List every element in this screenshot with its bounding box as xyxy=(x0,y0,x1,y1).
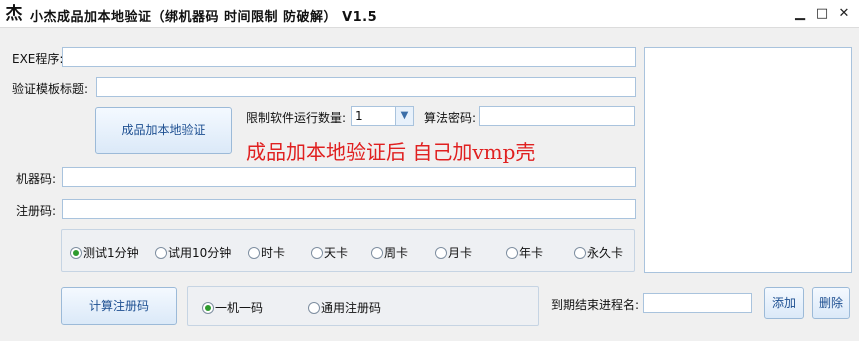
radio-label: 通用注册码 xyxy=(321,301,382,315)
radio-month-card[interactable]: 月卡 xyxy=(435,246,472,260)
reg-code-label: 注册码: xyxy=(16,204,57,218)
radio-trial-10min[interactable]: 试用10分钟 xyxy=(155,246,231,260)
machine-code-label: 机器码: xyxy=(16,172,57,186)
limit-count-value: 1 xyxy=(355,109,363,123)
minimize-icon[interactable]: ▁ xyxy=(790,4,810,24)
chevron-down-icon[interactable]: ▼ xyxy=(395,107,413,125)
delete-button[interactable]: 删除 xyxy=(812,287,850,319)
machine-code-input[interactable] xyxy=(62,167,636,187)
radio-icon xyxy=(308,302,320,314)
process-name-label: 到期结束进程名: xyxy=(551,298,640,312)
radio-test-1min[interactable]: 测试1分钟 xyxy=(70,246,139,260)
radio-icon xyxy=(371,247,383,259)
radio-icon xyxy=(155,247,167,259)
radio-icon xyxy=(574,247,586,259)
radio-day-card[interactable]: 天卡 xyxy=(311,246,348,260)
duration-radio-group: 测试1分钟 试用10分钟 时卡 天卡 周卡 月卡 年卡 永久卡 xyxy=(61,229,635,272)
radio-label: 天卡 xyxy=(324,246,349,260)
radio-icon xyxy=(311,247,323,259)
radio-selected-icon xyxy=(202,302,214,314)
radio-permanent-card[interactable]: 永久卡 xyxy=(574,246,623,260)
process-name-input[interactable] xyxy=(643,293,752,313)
process-listbox[interactable] xyxy=(644,47,852,273)
local-verify-button[interactable]: 成品加本地验证 xyxy=(95,107,232,154)
radio-label: 测试1分钟 xyxy=(83,246,139,260)
radio-icon xyxy=(506,247,518,259)
add-button[interactable]: 添加 xyxy=(764,287,804,319)
radio-universal-code[interactable]: 通用注册码 xyxy=(308,301,381,315)
exe-path-input[interactable] xyxy=(62,47,636,67)
close-icon[interactable]: ✕ xyxy=(834,4,854,24)
radio-year-card[interactable]: 年卡 xyxy=(506,246,543,260)
radio-label: 月卡 xyxy=(448,246,473,260)
calc-reg-code-button[interactable]: 计算注册码 xyxy=(61,287,177,325)
radio-one-machine-one-code[interactable]: 一机一码 xyxy=(202,301,263,315)
radio-selected-icon xyxy=(70,247,82,259)
radio-hour-card[interactable]: 时卡 xyxy=(248,246,285,260)
app-icon: 杰 xyxy=(5,4,23,24)
maximize-icon[interactable]: □ xyxy=(812,4,832,24)
limit-count-select[interactable]: 1 ▼ xyxy=(351,106,414,126)
radio-label: 周卡 xyxy=(384,246,409,260)
algo-password-input[interactable] xyxy=(479,106,635,126)
reg-code-input[interactable] xyxy=(62,199,636,219)
mode-radio-group: 一机一码 通用注册码 xyxy=(187,286,539,326)
template-title-label: 验证模板标题: xyxy=(12,82,89,96)
template-title-input[interactable] xyxy=(96,77,636,97)
radio-label: 年卡 xyxy=(519,246,544,260)
vmp-note: 成品加本地验证后 自己加vmp壳 xyxy=(246,140,536,164)
radio-label: 一机一码 xyxy=(215,301,264,315)
limit-count-label: 限制软件运行数量: xyxy=(246,111,347,125)
title-bar: 杰 小杰成品加本地验证（绑机器码 时间限制 防破解） V1.5 ▁ □ ✕ xyxy=(0,0,859,28)
exe-label: EXE程序: xyxy=(12,52,64,66)
radio-label: 试用10分钟 xyxy=(168,246,232,260)
radio-label: 时卡 xyxy=(261,246,286,260)
radio-icon xyxy=(248,247,260,259)
algo-password-label: 算法密码: xyxy=(424,111,477,125)
radio-week-card[interactable]: 周卡 xyxy=(371,246,408,260)
window-title: 小杰成品加本地验证（绑机器码 时间限制 防破解） V1.5 xyxy=(30,10,378,25)
radio-label: 永久卡 xyxy=(587,246,624,260)
radio-icon xyxy=(435,247,447,259)
